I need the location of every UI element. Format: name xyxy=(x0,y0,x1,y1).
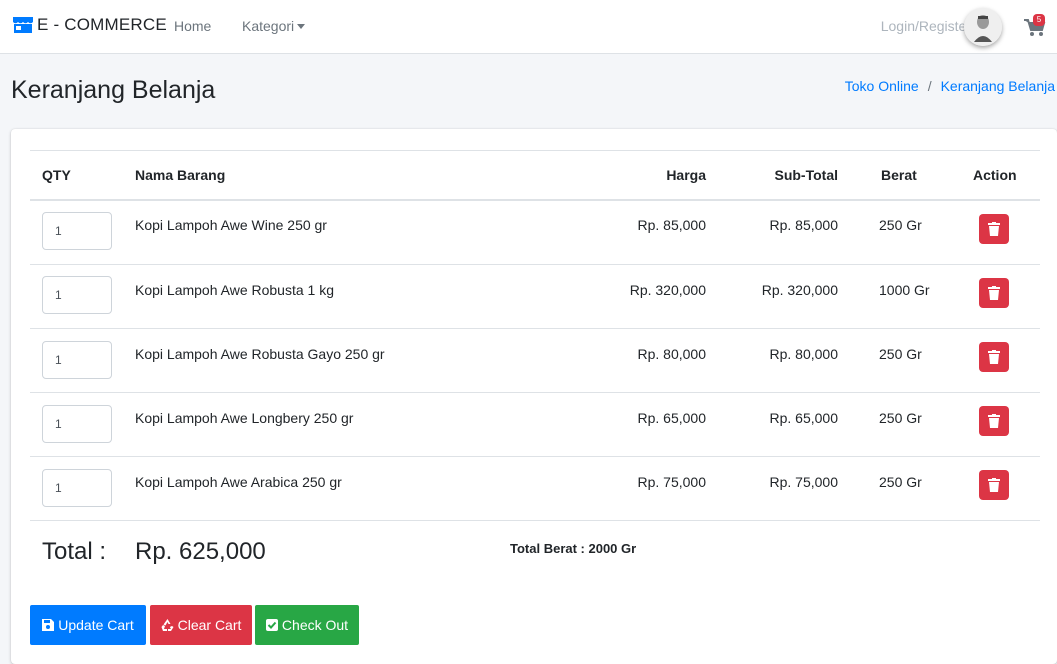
brand-link[interactable]: E - COMMERCE xyxy=(12,15,167,35)
row-divider xyxy=(30,328,1040,329)
nav-kategori-label: Kategori xyxy=(242,18,295,34)
col-sub-total: Sub-Total xyxy=(774,167,838,183)
recycle-icon xyxy=(161,619,174,631)
item-subtotal: Rp. 320,000 xyxy=(761,282,838,298)
qty-input[interactable] xyxy=(42,276,112,314)
update-cart-label: Update Cart xyxy=(58,617,134,633)
trash-icon xyxy=(988,286,1000,300)
item-subtotal: Rp. 65,000 xyxy=(769,410,839,426)
table-header-border xyxy=(30,199,1040,201)
item-name: Kopi Lampoh Awe Robusta Gayo 250 gr xyxy=(135,346,385,362)
breadcrumb: Toko Online / Keranjang Belanja xyxy=(845,78,1055,94)
store-icon xyxy=(12,16,34,34)
delete-item-button[interactable] xyxy=(979,342,1009,372)
check-square-icon xyxy=(265,619,278,631)
row-divider xyxy=(30,264,1040,265)
row-divider xyxy=(30,392,1040,393)
item-weight: 250 Gr xyxy=(879,217,922,233)
page-title: Keranjang Belanja xyxy=(11,76,216,104)
cart-count-badge: 5 xyxy=(1033,14,1045,26)
delete-item-button[interactable] xyxy=(979,406,1009,436)
item-name: Kopi Lampoh Awe Arabica 250 gr xyxy=(135,474,342,490)
qty-input[interactable] xyxy=(42,469,112,507)
row-divider xyxy=(30,520,1040,521)
qty-input[interactable] xyxy=(42,405,112,443)
item-price: Rp. 85,000 xyxy=(637,217,707,233)
qty-input[interactable] xyxy=(42,341,112,379)
total-value: Rp. 625,000 xyxy=(135,538,266,565)
breadcrumb-current[interactable]: Keranjang Belanja xyxy=(941,78,1055,94)
update-cart-button[interactable]: Update Cart xyxy=(30,605,146,645)
login-register-link[interactable]: Login/Register xyxy=(881,18,971,34)
col-berat: Berat xyxy=(881,167,917,183)
total-label: Total : xyxy=(42,538,107,565)
row-divider xyxy=(30,456,1040,457)
caret-down-icon xyxy=(297,24,306,29)
item-subtotal: Rp. 85,000 xyxy=(769,217,839,233)
trash-icon xyxy=(988,414,1000,428)
delete-item-button[interactable] xyxy=(979,470,1009,500)
clear-cart-label: Clear Cart xyxy=(177,617,242,633)
cart-button[interactable]: 5 xyxy=(1024,14,1050,36)
save-icon xyxy=(42,619,55,631)
nav-home[interactable]: Home xyxy=(174,18,211,34)
breadcrumb-separator: / xyxy=(927,78,932,94)
top-navbar: E - COMMERCE Home Kategori Login/Registe… xyxy=(0,0,1057,54)
avatar[interactable] xyxy=(964,8,1002,46)
item-weight: 250 Gr xyxy=(879,410,922,426)
col-action: Action xyxy=(973,167,1017,183)
item-weight: 250 Gr xyxy=(879,346,922,362)
trash-icon xyxy=(988,222,1000,236)
breadcrumb-home[interactable]: Toko Online xyxy=(845,78,919,94)
table-top-border xyxy=(30,150,1040,151)
trash-icon xyxy=(988,478,1000,492)
item-price: Rp. 80,000 xyxy=(637,346,707,362)
item-weight: 250 Gr xyxy=(879,474,922,490)
clear-cart-button[interactable]: Clear Cart xyxy=(150,605,252,645)
item-weight: 1000 Gr xyxy=(879,282,930,298)
total-weight: Total Berat : 2000 Gr xyxy=(510,541,637,556)
item-price: Rp. 320,000 xyxy=(629,282,706,298)
cart-card xyxy=(11,129,1057,664)
col-nama-barang: Nama Barang xyxy=(135,167,226,183)
item-name: Kopi Lampoh Awe Longbery 250 gr xyxy=(135,410,354,426)
item-price: Rp. 65,000 xyxy=(637,410,707,426)
item-subtotal: Rp. 80,000 xyxy=(769,346,839,362)
nav-kategori-dropdown[interactable]: Kategori xyxy=(242,18,306,34)
col-harga: Harga xyxy=(666,167,706,183)
delete-item-button[interactable] xyxy=(979,278,1009,308)
qty-input[interactable] xyxy=(42,212,112,250)
item-name: Kopi Lampoh Awe Wine 250 gr xyxy=(135,217,327,233)
col-qty: QTY xyxy=(42,167,71,183)
item-name: Kopi Lampoh Awe Robusta 1 kg xyxy=(135,282,334,298)
checkout-button[interactable]: Check Out xyxy=(255,605,359,645)
brand-text: E - COMMERCE xyxy=(37,15,167,34)
delete-item-button[interactable] xyxy=(979,214,1009,244)
checkout-label: Check Out xyxy=(281,617,349,633)
trash-icon xyxy=(988,350,1000,364)
item-price: Rp. 75,000 xyxy=(637,474,707,490)
item-subtotal: Rp. 75,000 xyxy=(769,474,839,490)
